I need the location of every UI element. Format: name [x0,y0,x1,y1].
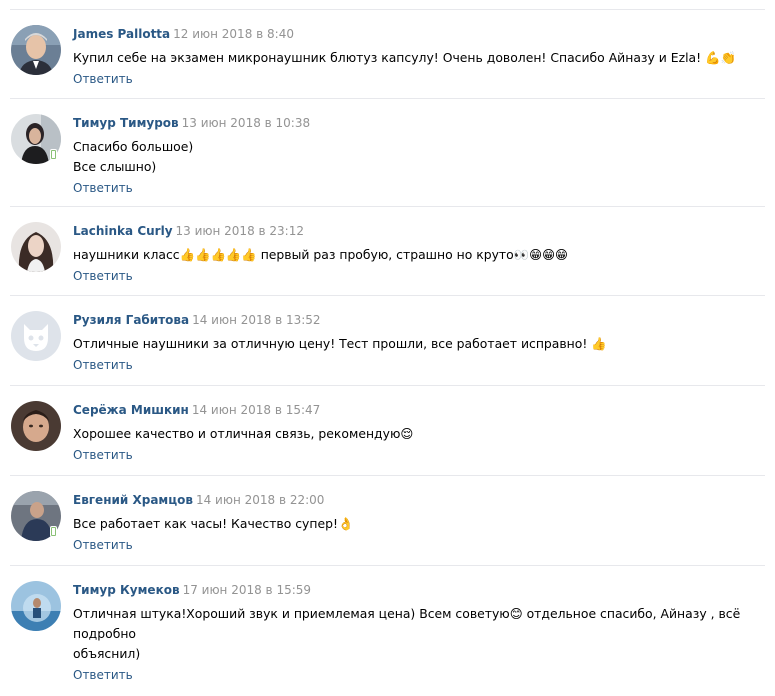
comment-item: Тимур Тимуров 13 июн 2018 в 10:38 Спасибо… [10,99,765,207]
comment-author-link[interactable]: Рузиля Габитова [73,313,189,327]
comment-text-line: Все работает как часы! Качество супер!👌 [73,516,354,531]
comment-item: Евгений Храмцов 14 июн 2018 в 22:00 Все р… [10,476,765,566]
comment-author-link[interactable]: Евгений Храмцов [73,493,193,507]
comment-text: Отличная штука!Хороший звук и приемлемая… [73,604,765,664]
avatar[interactable] [11,311,61,361]
comment-text-line: Все слышно) [73,159,157,174]
reply-link[interactable]: Ответить [73,667,133,683]
avatar[interactable] [11,581,61,631]
comment-text-line: Спасибо большое) [73,139,194,154]
default-dog-avatar-icon [11,311,61,361]
comment-date[interactable]: 12 июн 2018 в 8:40 [173,27,294,41]
comment-item: Lachinka Curly 13 июн 2018 в 23:12 наушни… [10,207,765,296]
reply-link[interactable]: Ответить [73,447,133,463]
comment-date[interactable]: 13 июн 2018 в 10:38 [182,116,310,130]
comment-item: James Pallotta 12 июн 2018 в 8:40 Купил с… [10,10,765,99]
reply-link[interactable]: Ответить [73,357,133,373]
comment-date[interactable]: 13 июн 2018 в 23:12 [176,224,304,238]
comment-author-link[interactable]: Lachinka Curly [73,224,173,238]
comments-list: James Pallotta 12 июн 2018 в 8:40 Купил с… [0,10,775,682]
comment-text-line: объяснил) [73,646,141,661]
comment-text-line: наушники класс👍👍👍👍👍 первый раз пробую, с… [73,247,568,262]
top-divider [10,0,765,10]
avatar[interactable] [11,222,61,272]
mobile-online-icon [50,526,57,537]
reply-link[interactable]: Ответить [73,537,133,553]
comment-text: Отличные наушники за отличную цену! Тест… [73,334,765,354]
comment-date[interactable]: 14 июн 2018 в 22:00 [196,493,324,507]
comment-text: Купил себе на экзамен микронаушник блюту… [73,48,765,68]
reply-link[interactable]: Ответить [73,71,133,87]
reply-link[interactable]: Ответить [73,180,133,196]
avatar[interactable] [11,401,61,451]
comment-text: Спасибо большое) Все слышно) [73,137,765,177]
comment-author-link[interactable]: Тимур Тимуров [73,116,179,130]
comment-author-link[interactable]: Серёжа Мишкин [73,403,189,417]
comment-item: Рузиля Габитова 14 июн 2018 в 13:52 Отлич… [10,296,765,386]
comment-text: Все работает как часы! Качество супер!👌 [73,514,765,534]
comment-text-line: Купил себе на экзамен микронаушник блюту… [73,50,736,65]
reply-link[interactable]: Ответить [73,268,133,284]
comment-text: Хорошее качество и отличная связь, реком… [73,424,765,444]
comment-date[interactable]: 14 июн 2018 в 15:47 [192,403,320,417]
comment-text-line: Отличные наушники за отличную цену! Тест… [73,336,607,351]
comment-text-line: Хорошее качество и отличная связь, реком… [73,426,414,441]
mobile-online-icon [50,149,57,160]
comment-date[interactable]: 14 июн 2018 в 13:52 [192,313,320,327]
comment-date[interactable]: 17 июн 2018 в 15:59 [183,583,311,597]
comment-item: Серёжа Мишкин 14 июн 2018 в 15:47 Хорошее… [10,386,765,476]
comment-text: наушники класс👍👍👍👍👍 первый раз пробую, с… [73,245,765,265]
comment-item: Тимур Кумеков 17 июн 2018 в 15:59 Отлична… [10,566,765,682]
comment-author-link[interactable]: Тимур Кумеков [73,583,180,597]
comment-text-line: Отличная штука!Хороший звук и приемлемая… [73,606,741,641]
avatar[interactable] [11,25,61,75]
comment-author-link[interactable]: James Pallotta [73,27,170,41]
